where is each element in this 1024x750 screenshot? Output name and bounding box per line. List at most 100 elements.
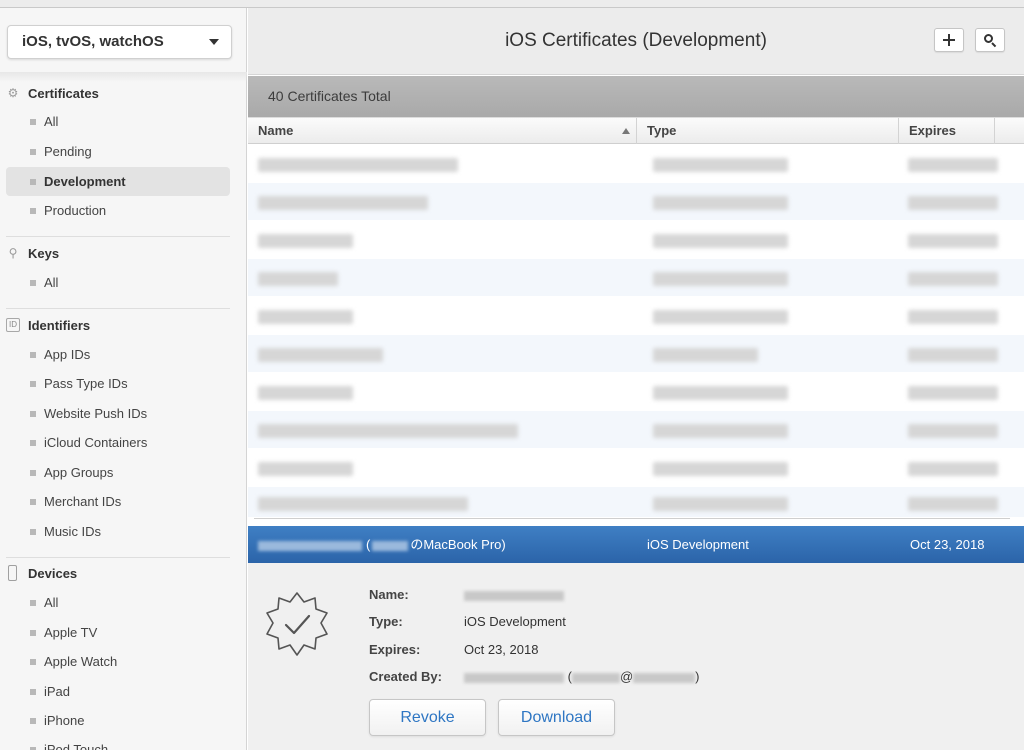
- redacted-text: [908, 234, 998, 248]
- sidebar-item-certificates-production[interactable]: Production: [6, 196, 230, 225]
- cell-name-suffix: のMacBook Pro): [410, 537, 506, 552]
- table-row[interactable]: [248, 411, 1024, 448]
- table-row[interactable]: [248, 449, 1024, 486]
- redacted-text: [908, 310, 998, 324]
- table-row[interactable]: [248, 145, 1024, 182]
- sidebar-item-devices-all[interactable]: All: [6, 588, 230, 617]
- phone-icon: [8, 565, 17, 581]
- table-row[interactable]: [248, 221, 1024, 258]
- sidebar-item-iphone[interactable]: iPhone: [6, 706, 230, 735]
- redacted-text: [464, 672, 564, 683]
- column-header-type[interactable]: Type: [637, 118, 899, 144]
- table-header: Name Type Expires: [248, 117, 1024, 144]
- platform-select[interactable]: iOS, tvOS, watchOS: [7, 25, 232, 59]
- redacted-text: [908, 348, 998, 362]
- detail-label-name: Name:: [369, 587, 409, 602]
- sidebar-item-apple-tv[interactable]: Apple TV: [6, 618, 230, 647]
- sidebar: iOS, tvOS, watchOS ⚙ Certificates All Pe…: [0, 8, 247, 750]
- search-button[interactable]: [975, 28, 1005, 52]
- redacted-text: [653, 497, 788, 511]
- sidebar-item-app-groups[interactable]: App Groups: [6, 458, 230, 487]
- table-row[interactable]: [248, 183, 1024, 220]
- table-row[interactable]: [248, 297, 1024, 334]
- table-divider: [254, 518, 1010, 519]
- sidebar-item-certificates-all[interactable]: All: [6, 107, 230, 136]
- sidebar-item-website-push-ids[interactable]: Website Push IDs: [6, 399, 230, 428]
- plus-icon-bar: [943, 39, 955, 41]
- detail-label-expires: Expires:: [369, 642, 421, 657]
- gear-icon: ⚙: [7, 86, 19, 100]
- redacted-text: [908, 272, 998, 286]
- created-by-at: @: [619, 669, 634, 684]
- sidebar-item-apple-watch[interactable]: Apple Watch: [6, 647, 230, 676]
- platform-select-value: iOS, tvOS, watchOS: [22, 33, 164, 50]
- page-header: iOS Certificates (Development): [248, 8, 1024, 75]
- sidebar-item-app-ids[interactable]: App IDs: [6, 340, 230, 369]
- redacted-text: [908, 497, 998, 511]
- table-row[interactable]: [248, 487, 1024, 517]
- detail-label-created-by: Created By:: [369, 669, 442, 684]
- redacted-text: [653, 272, 788, 286]
- certificate-detail: Name: Type: iOS Development Expires: Oct…: [248, 563, 1024, 750]
- table-row-selected[interactable]: (のMacBook Pro) iOS Development Oct 23, 2…: [248, 526, 1024, 563]
- sidebar-item-music-ids[interactable]: Music IDs: [6, 517, 230, 546]
- sidebar-shadow: [0, 72, 247, 82]
- redacted-text: [908, 196, 998, 210]
- sidebar-section-title: Devices: [28, 566, 78, 581]
- redacted-text: [571, 672, 620, 683]
- certificates-table: [248, 145, 1024, 525]
- redacted-text: [653, 310, 788, 324]
- redacted-text: [653, 158, 788, 172]
- detail-value-name: [464, 587, 564, 602]
- column-header-label: Type: [647, 123, 677, 138]
- created-by-paren: ): [695, 669, 700, 684]
- redacted-text: [653, 386, 788, 400]
- redacted-text: [258, 462, 353, 476]
- id-icon: ID: [6, 318, 20, 332]
- sidebar-item-icloud-containers[interactable]: iCloud Containers: [6, 428, 230, 457]
- revoke-button[interactable]: Revoke: [369, 699, 486, 736]
- sidebar-item-ipod-touch[interactable]: iPod Touch: [6, 735, 230, 750]
- sidebar-section-title: Keys: [28, 246, 60, 261]
- redacted-text: [653, 196, 788, 210]
- sidebar-section-title: Identifiers: [28, 318, 91, 333]
- sidebar-item-keys-all[interactable]: All: [6, 268, 230, 297]
- download-button[interactable]: Download: [498, 699, 615, 736]
- sort-ascending-icon: [622, 128, 630, 134]
- redacted-text: [908, 386, 998, 400]
- redacted-text: [653, 424, 788, 438]
- redacted-text: [464, 590, 564, 601]
- page-title: iOS Certificates (Development): [505, 30, 767, 51]
- key-icon: ⚲: [8, 246, 18, 260]
- add-button[interactable]: [934, 28, 964, 52]
- sidebar-section-title: Certificates: [28, 86, 99, 101]
- cell-name-paren: (: [366, 537, 371, 552]
- sidebar-divider: [6, 236, 230, 237]
- column-header-name[interactable]: Name: [248, 118, 637, 144]
- sidebar-divider: [6, 308, 230, 309]
- redacted-text: [258, 497, 468, 511]
- detail-label-type: Type:: [369, 614, 403, 629]
- table-row[interactable]: [248, 335, 1024, 372]
- sidebar-divider: [6, 557, 230, 558]
- redacted-text: [258, 386, 353, 400]
- redacted-text: [633, 672, 696, 683]
- sidebar-item-certificates-pending[interactable]: Pending: [6, 137, 230, 166]
- detail-value-expires: Oct 23, 2018: [464, 642, 539, 657]
- table-row[interactable]: [248, 373, 1024, 410]
- redacted-text: [372, 540, 409, 551]
- sidebar-item-certificates-development[interactable]: Development: [6, 167, 230, 196]
- column-header-label: Name: [258, 123, 294, 138]
- search-icon-handle: [991, 42, 997, 48]
- detail-value-type: iOS Development: [464, 614, 566, 629]
- cell-expires: Oct 23, 2018: [910, 537, 985, 552]
- sidebar-item-ipad[interactable]: iPad: [6, 677, 230, 706]
- redacted-text: [653, 462, 788, 476]
- table-row[interactable]: [248, 259, 1024, 296]
- column-header-expires[interactable]: Expires: [899, 118, 995, 144]
- cell-name: ( のMacBook Pro): [258, 526, 506, 563]
- sidebar-item-pass-type-ids[interactable]: Pass Type IDs: [6, 369, 230, 398]
- redacted-text: [258, 272, 338, 286]
- sidebar-item-merchant-ids[interactable]: Merchant IDs: [6, 487, 230, 516]
- redacted-text: [258, 540, 362, 551]
